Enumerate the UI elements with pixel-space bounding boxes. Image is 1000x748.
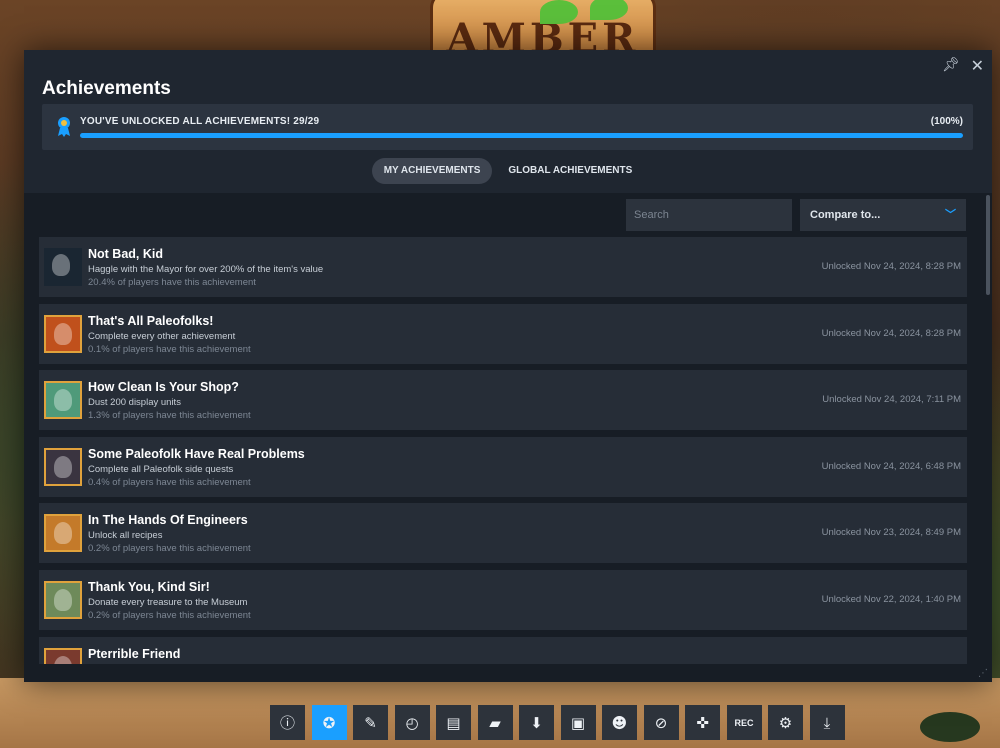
settings-gear-icon[interactable]: ⚙	[768, 705, 803, 740]
achievement-unlock-date: Unlocked Nov 24, 2024, 7:11 PM	[822, 394, 961, 406]
info-icon[interactable]: ⓘ	[270, 705, 305, 740]
achievement-rarity: 1.3% of players have this achievement	[88, 410, 251, 422]
friends-icon[interactable]: ☻	[602, 705, 637, 740]
achievement-rarity: 0.2% of players have this achievement	[88, 543, 251, 555]
achievement-name: That's All Paleofolks!	[88, 313, 214, 328]
close-icon[interactable]: ✕	[971, 56, 984, 76]
achievement-unlock-date: Unlocked Nov 23, 2024, 8:49 PM	[821, 527, 961, 539]
compare-dropdown[interactable]: Compare to... ﹀	[800, 199, 966, 231]
achievement-rarity: 20.4% of players have this achievement	[88, 277, 256, 288]
achievement-icon	[44, 647, 82, 664]
achievement-unlock-date: Unlocked Nov 24, 2024, 8:28 PM	[821, 327, 961, 339]
recent-activity-clock-icon[interactable]: ◴	[394, 705, 430, 740]
decor-fish	[920, 712, 980, 742]
achievement-row[interactable]: That's All Paleofolks! Complete every oth…	[39, 303, 967, 364]
achievement-icon	[44, 447, 82, 486]
achievement-unlock-date: Unlocked Nov 22, 2024, 1:40 PM	[821, 593, 961, 605]
achievement-unlock-date: Unlocked Nov 24, 2024, 6:48 PM	[821, 460, 961, 472]
achievement-rarity: 0.1% of players have this achievement	[88, 343, 251, 355]
achievement-description: Unlock all recipes	[88, 530, 163, 542]
compare-label: Compare to...	[810, 209, 881, 221]
achievement-name: Some Paleofolk Have Real Problems	[88, 446, 305, 461]
achievement-icon	[44, 248, 82, 286]
achievement-row[interactable]: How Clean Is Your Shop? Dust 200 display …	[39, 370, 967, 431]
achievement-description: Donate every treasure to the Museum	[88, 596, 248, 608]
achievement-description: Complete every other achievement	[88, 330, 236, 342]
medal-icon	[58, 117, 70, 137]
controller-icon[interactable]: ✜	[685, 705, 720, 740]
achievement-row[interactable]: Not Bad, Kid Haggle with the Mayor for ov…	[39, 237, 967, 297]
achievement-name: Not Bad, Kid	[88, 247, 163, 261]
achievement-icon	[44, 580, 82, 619]
guides-book-icon[interactable]: ▤	[436, 705, 471, 740]
achievement-description: Complete all Paleofolk side quests	[88, 463, 234, 475]
bottom-toolbar: ⓘ ✪ ✎ ◴ ▤ ▰ ⬇ ▣ ☻ ⊘ ✜ REC ⚙ ⤓	[270, 705, 845, 740]
achievement-rarity: 0.4% of players have this achievement	[88, 476, 251, 488]
browser-compass-icon[interactable]: ⊘	[643, 705, 679, 740]
scrollbar[interactable]	[986, 195, 990, 295]
resize-grip-icon[interactable]: ⋰	[978, 668, 988, 679]
page-title: Achievements	[42, 78, 171, 99]
achievement-tabs: MY ACHIEVEMENTS GLOBAL ACHIEVEMENTS	[24, 158, 992, 184]
progress-text: YOU'VE UNLOCKED ALL ACHIEVEMENTS! 29/29	[80, 116, 320, 127]
achievement-row[interactable]: Some Paleofolk Have Real Problems Complet…	[39, 436, 967, 497]
achievement-name: Thank You, Kind Sir!	[88, 579, 210, 594]
downloads-icon[interactable]: ⬇	[519, 705, 554, 740]
achievements-overlay: 📌︎ ✕ Achievements YOU'VE UNLOCKED ALL AC…	[24, 50, 992, 682]
progress-percent: (100%)	[930, 116, 963, 127]
achievement-icon	[44, 514, 82, 553]
achievement-row[interactable]: In The Hands Of Engineers Unlock all reci…	[39, 503, 967, 564]
screenshots-icon[interactable]: ▣	[560, 705, 596, 740]
chevron-down-icon: ﹀	[945, 209, 956, 221]
achievement-description: Haggle with the Mayor for over 200% of t…	[88, 264, 324, 275]
notes-pencil-icon[interactable]: ✎	[353, 705, 388, 740]
decor-leaf	[540, 0, 578, 24]
achievement-icon	[44, 314, 82, 353]
recording-icon[interactable]: REC	[726, 705, 762, 740]
progress-bar-fill	[80, 133, 963, 138]
progress-bar	[80, 133, 963, 138]
search-input[interactable]	[626, 199, 792, 231]
minimize-icon[interactable]: ⤓	[809, 705, 845, 740]
achievement-name: Pterrible Friend	[88, 646, 181, 661]
achievement-name: How Clean Is Your Shop?	[88, 380, 239, 395]
tab-my-achievements[interactable]: MY ACHIEVEMENTS	[371, 158, 493, 184]
achievement-list: Not Bad, Kid Haggle with the Mayor for ov…	[39, 237, 967, 664]
progress-summary: YOU'VE UNLOCKED ALL ACHIEVEMENTS! 29/29 …	[42, 104, 973, 150]
pin-icon[interactable]: 📌︎	[942, 56, 960, 73]
tab-global-achievements[interactable]: GLOBAL ACHIEVEMENTS	[496, 158, 644, 184]
achievement-row[interactable]: Thank You, Kind Sir! Donate every treasur…	[39, 569, 967, 630]
achievement-unlock-date: Unlocked Nov 24, 2024, 8:28 PM	[821, 261, 961, 272]
achievement-name: In The Hands Of Engineers	[88, 513, 248, 528]
discussions-icon[interactable]: ▰	[477, 705, 513, 740]
achievement-row[interactable]: Pterrible Friend	[39, 636, 967, 664]
achievement-rarity: 0.2% of players have this achievement	[88, 609, 251, 621]
achievement-description: Dust 200 display units	[88, 397, 181, 409]
achievements-icon[interactable]: ✪	[311, 705, 347, 740]
achievement-icon	[44, 381, 82, 420]
